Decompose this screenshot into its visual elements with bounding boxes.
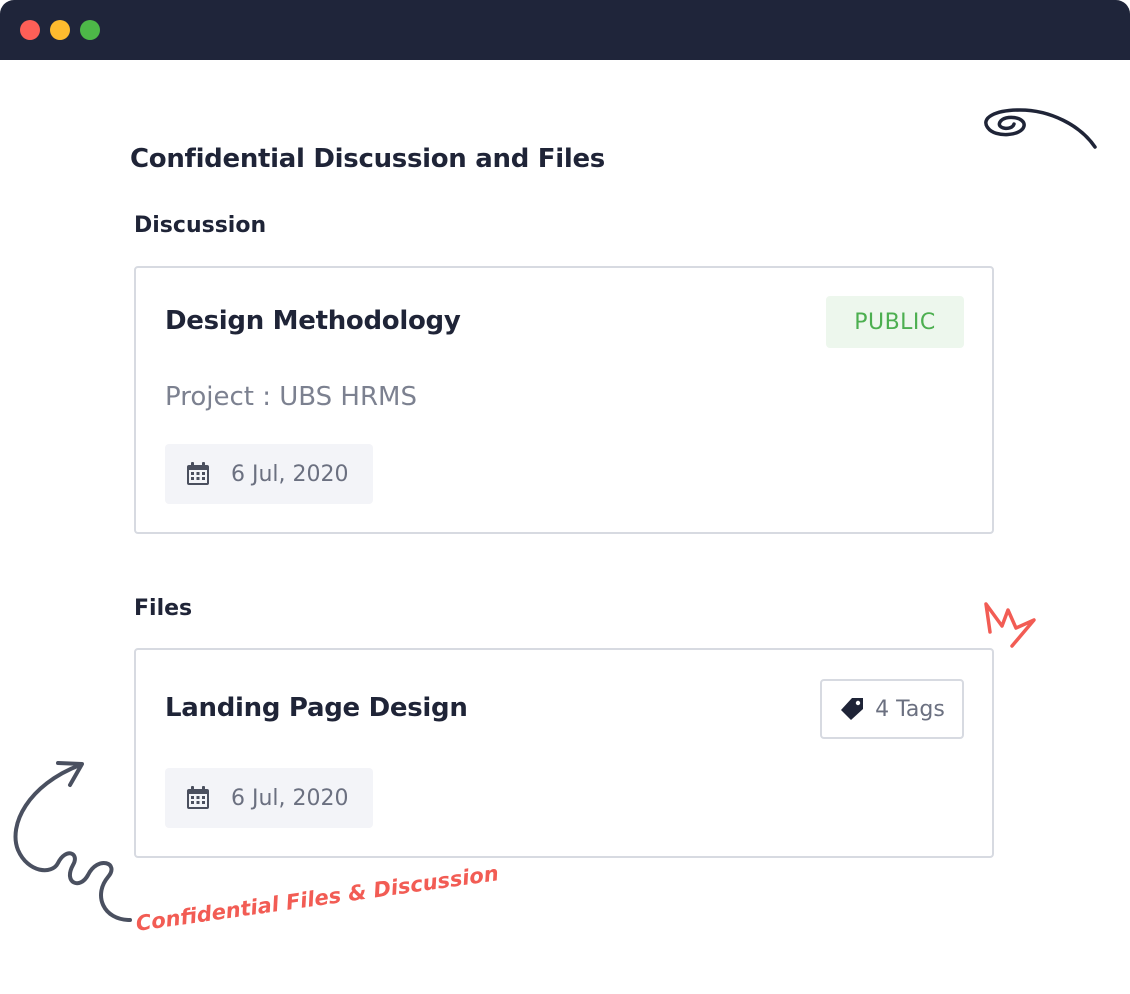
file-title[interactable]: Landing Page Design [165, 693, 468, 723]
date-chip: 6 Jul, 2020 [165, 444, 373, 504]
file-date: 6 Jul, 2020 [231, 785, 349, 811]
files-section-label: Files [134, 596, 193, 621]
sparkle-doodle-icon [984, 602, 1036, 648]
calendar-icon [185, 785, 211, 811]
visibility-badge: PUBLIC [826, 296, 964, 348]
file-card[interactable]: Landing Page Design 4 Tags 6 Jul, 2020 [134, 648, 994, 858]
calendar-icon [185, 461, 211, 487]
close-window-button[interactable] [20, 20, 40, 40]
discussion-card[interactable]: Design Methodology PUBLIC Project : UBS … [134, 266, 994, 534]
discussion-date: 6 Jul, 2020 [231, 461, 349, 487]
caption-annotation: Confidential Files & Discussion [134, 861, 501, 936]
page-title: Confidential Discussion and Files [130, 144, 605, 174]
discussion-title[interactable]: Design Methodology [165, 306, 461, 336]
maximize-window-button[interactable] [80, 20, 100, 40]
swirl-doodle-icon [984, 108, 1097, 149]
discussion-section-label: Discussion [134, 213, 267, 238]
tags-button[interactable]: 4 Tags [820, 679, 964, 739]
minimize-window-button[interactable] [50, 20, 70, 40]
tag-icon [839, 696, 865, 722]
tags-count: 4 Tags [875, 696, 945, 722]
curly-arrow-doodle-icon [13, 761, 132, 922]
project-label: Project : UBS HRMS [165, 382, 417, 412]
date-chip: 6 Jul, 2020 [165, 768, 373, 828]
window-titlebar [0, 0, 1130, 60]
